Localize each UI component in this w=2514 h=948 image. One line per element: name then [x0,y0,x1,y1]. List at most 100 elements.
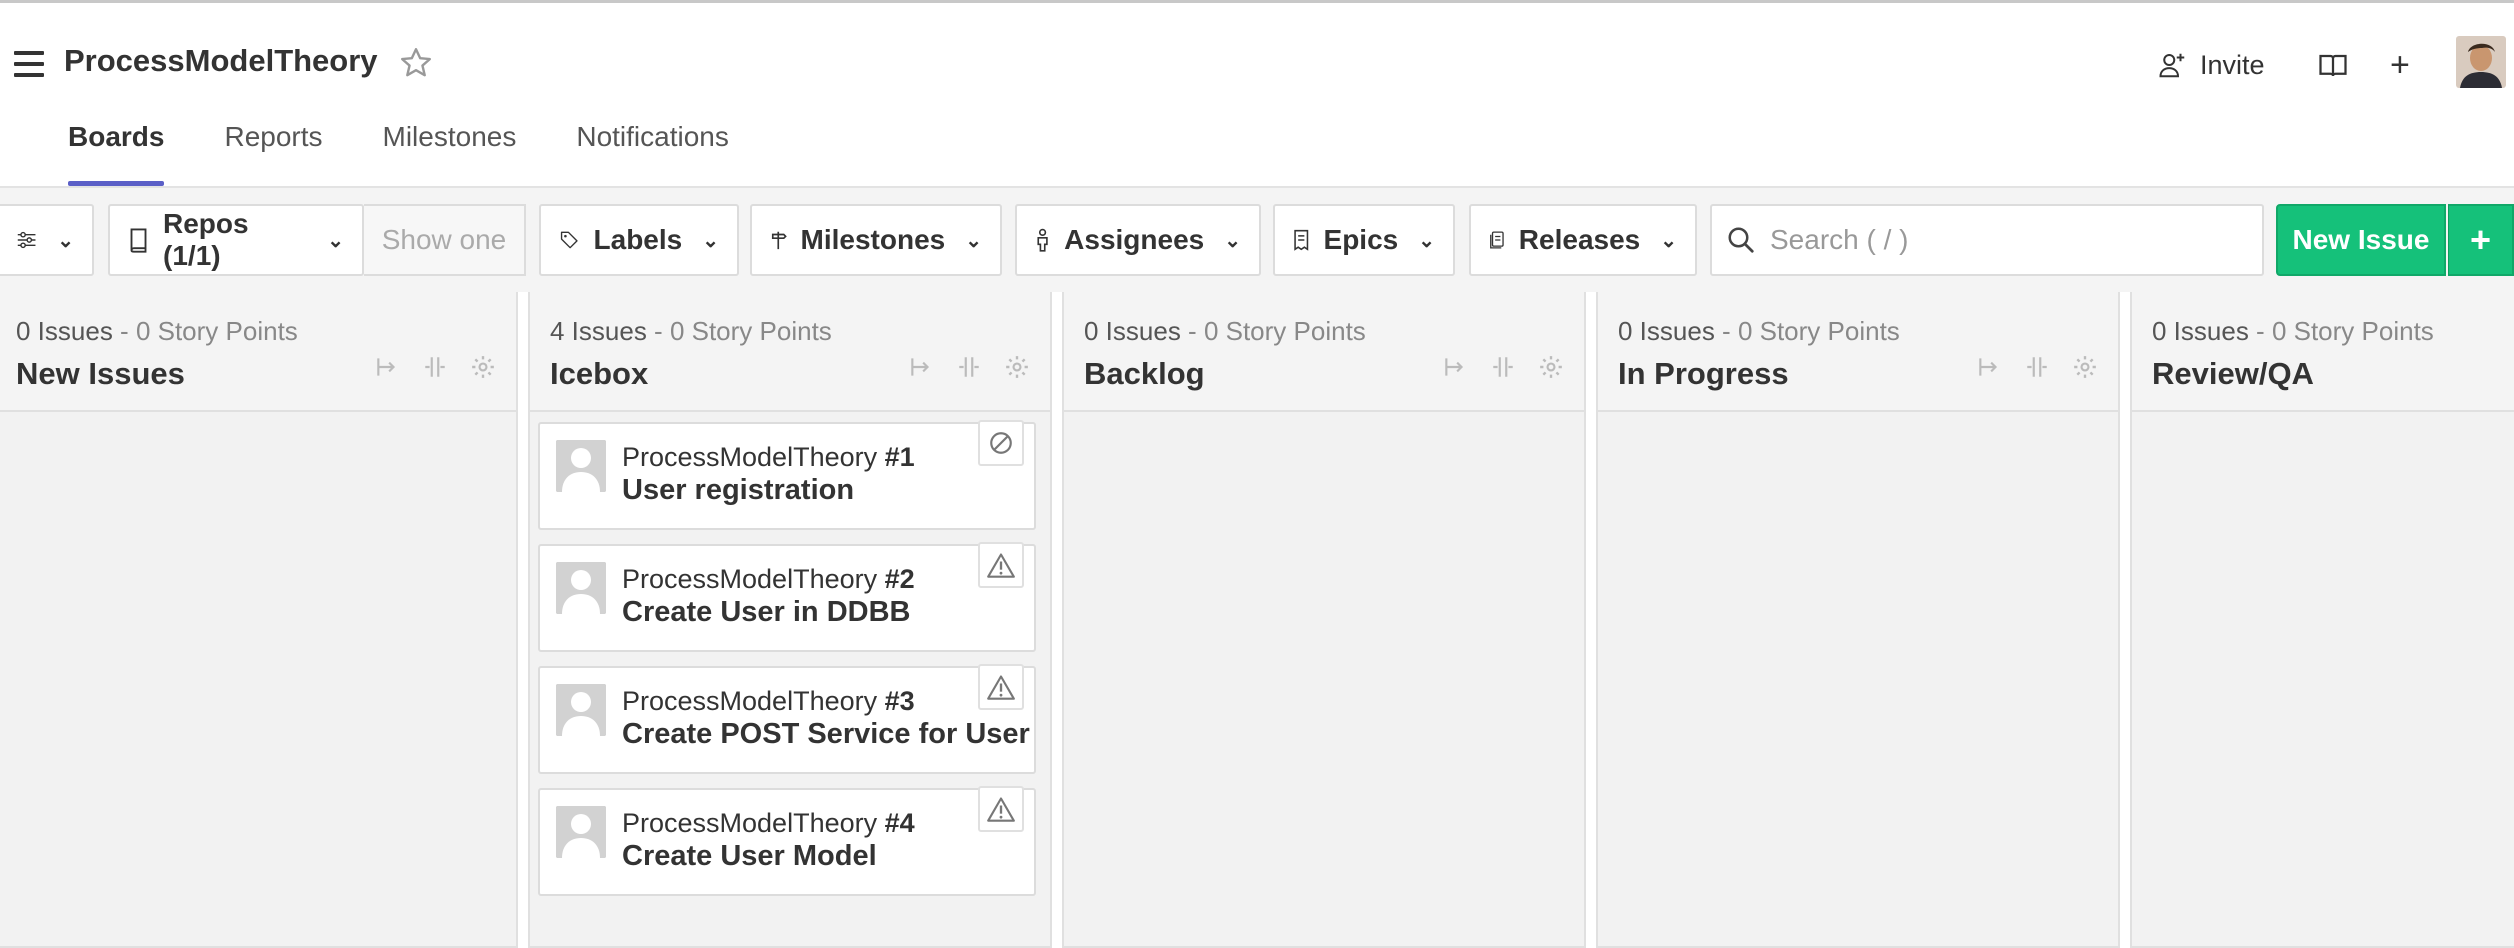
column-actions [1976,354,2098,385]
issue-card[interactable]: ProcessModelTheory #3 Create POST Service… [538,664,1036,774]
story-points: 0 Story Points [669,316,832,346]
chevron-down-icon: ⌄ [57,229,74,252]
board-column: 0 Issues - 0 Story Points Backlog [1062,292,1586,948]
sliders-icon [17,231,36,249]
epics-filter[interactable]: Epics ⌄ [1273,204,1455,276]
issue-card[interactable]: ProcessModelTheory #4 Create User Model [538,786,1036,896]
column-header: 4 Issues - 0 Story Points Icebox [530,292,1050,412]
column-issue-count: 0 Issues - 0 Story Points [1084,316,1366,347]
book-icon[interactable] [2318,53,2348,79]
card-repo: ProcessModelTheory #4 [622,808,915,839]
new-issue-button[interactable]: New Issue [2276,204,2446,276]
issue-card[interactable]: ProcessModelTheory #1 User registration [538,420,1036,530]
column-actions [374,354,496,385]
blocked-icon [990,432,1012,454]
gear-icon[interactable] [470,354,496,385]
labels-filter-label: Labels [593,224,683,255]
collapse-column-icon[interactable] [1976,354,2002,385]
tab-milestones[interactable]: Milestones [383,121,517,185]
chevron-down-icon: ⌄ [1418,229,1435,252]
new-issue-plus-button[interactable]: + [2448,204,2514,276]
repos-filter[interactable]: Repos (1/1) ⌄ [108,204,364,276]
gear-icon[interactable] [2072,354,2098,385]
issue-title: Create User in DDBB [622,596,911,628]
repo-name: ProcessModelTheory [622,442,878,472]
column-actions [908,354,1030,385]
column-header: 0 Issues - 0 Story Points In Progress [1598,292,2118,412]
story-points: 0 Story Points [2271,316,2434,346]
release-icon [1490,231,1504,249]
repo-name: ProcessModelTheory [622,686,878,716]
epic-icon [1294,229,1309,251]
issue-number: #2 [884,564,915,594]
story-points: 0 Story Points [135,316,298,346]
column-name: In Progress [1618,356,1789,391]
repo-name: ProcessModelTheory [622,808,878,838]
assignee-avatar [556,806,606,858]
chevron-down-icon: ⌄ [1224,229,1241,252]
repo-name: ProcessModelTheory [622,564,878,594]
assignee-avatar [556,684,606,736]
star-icon[interactable] [398,45,434,81]
issue-number: #4 [884,808,915,838]
column-header: 0 Issues - 0 Story Points Backlog [1064,292,1584,412]
repos-filter-label: Repos (1/1) [163,208,249,271]
tab-boards[interactable]: Boards [68,121,165,186]
issue-number: #3 [884,686,915,716]
milestones-filter[interactable]: Milestones ⌄ [750,204,1002,276]
invite-label: Invite [2200,49,2265,80]
gear-icon[interactable] [1004,354,1030,385]
issue-count: 0 Issues [16,316,113,346]
separator: - [646,316,670,346]
board-settings-button[interactable]: ⌄ [0,204,94,276]
separator: - [1180,316,1204,346]
warning-icon [987,675,1015,700]
expand-column-icon[interactable] [1490,354,1516,385]
issue-card[interactable]: ProcessModelTheory #2 Create User in DDBB [538,542,1036,652]
column-name: Backlog [1084,356,1205,391]
hamburger-menu-icon[interactable] [14,51,44,77]
tag-icon [560,231,578,249]
column-issue-count: 0 Issues - 0 Story Points [16,316,298,347]
invite-button[interactable]: Invite [2158,39,2265,91]
expand-column-icon[interactable] [422,354,448,385]
tab-reports[interactable]: Reports [224,121,322,185]
card-status-badge[interactable] [978,664,1024,710]
expand-column-icon[interactable] [2024,354,2050,385]
issue-count: 4 Issues [550,316,647,346]
collapse-column-icon[interactable] [908,354,934,385]
issue-count: 0 Issues [1084,316,1181,346]
card-status-badge[interactable] [978,542,1024,588]
add-user-icon [2159,53,2185,78]
gear-icon[interactable] [1538,354,1564,385]
show-one-toggle[interactable]: Show one [364,204,526,276]
card-status-badge[interactable] [978,786,1024,832]
chevron-down-icon: ⌄ [1660,229,1677,252]
card-repo: ProcessModelTheory #1 [622,442,915,473]
board-title[interactable]: ProcessModelTheory [64,43,378,79]
expand-column-icon[interactable] [956,354,982,385]
assignees-filter[interactable]: Assignees ⌄ [1015,204,1261,276]
tab-notifications[interactable]: Notifications [576,121,729,185]
search-input[interactable] [1770,224,2240,256]
person-icon [1037,228,1048,252]
column-issue-count: 0 Issues - 0 Story Points [2152,316,2434,347]
separator: - [2248,316,2272,346]
issue-count: 0 Issues [1618,316,1715,346]
collapse-column-icon[interactable] [374,354,400,385]
collapse-column-icon[interactable] [1442,354,1468,385]
board-column: 0 Issues - 0 Story Points Review/QA [2130,292,2514,948]
story-points: 0 Story Points [1203,316,1366,346]
plus-icon[interactable]: + [2390,48,2410,82]
card-status-badge[interactable] [978,420,1024,466]
releases-filter[interactable]: Releases ⌄ [1469,204,1697,276]
column-header: 0 Issues - 0 Story Points Review/QA [2132,292,2514,412]
issue-number: #1 [884,442,915,472]
repo-icon [130,228,147,253]
board-column: 0 Issues - 0 Story Points New Issues [0,292,518,948]
column-header: 0 Issues - 0 Story Points New Issues [0,292,516,412]
user-avatar[interactable] [2456,36,2506,88]
labels-filter[interactable]: Labels ⌄ [539,204,739,276]
chevron-down-icon: ⌄ [965,229,982,252]
issue-title: Create POST Service for User [622,718,1030,750]
